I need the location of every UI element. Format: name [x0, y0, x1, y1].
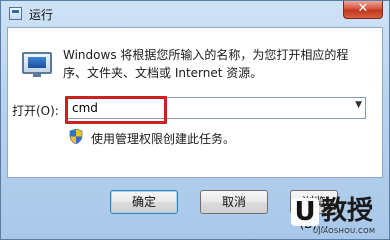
shield-icon [69, 129, 83, 144]
close-icon: ✕ [357, 1, 369, 16]
watermark-logo-icon: U [291, 198, 319, 226]
ok-button[interactable]: 确定 [110, 190, 178, 214]
admin-privilege-note: 使用管理权限创建此任务。 [91, 132, 236, 146]
dialog-description: Windows 将根据您所输入的名称，为您打开相应的程序、文件夹、文档或 Int… [63, 48, 349, 80]
dropdown-arrow-icon[interactable]: ▼ [355, 100, 362, 110]
watermark-logo-text: 教授 [321, 196, 374, 226]
run-app-icon [9, 7, 22, 20]
watermark-url: UJIAOSHOU.COM [313, 227, 376, 235]
open-label: 打开(O): [12, 104, 59, 118]
cancel-button[interactable]: 取消 [200, 190, 268, 214]
title-bar[interactable]: 运行 ✕ [1, 1, 389, 27]
dialog-content: Windows 将根据您所输入的名称，为您打开相应的程序、文件夹、文档或 Int… [7, 27, 383, 178]
run-program-icon [22, 52, 52, 77]
close-button[interactable]: ✕ [343, 1, 383, 19]
highlight-annotation-box [65, 96, 167, 124]
run-dialog-window: 运行 ✕ Windows 将根据您所输入的名称，为您打开相应的程序、文件夹、文档… [0, 0, 390, 240]
window-title: 运行 [29, 8, 54, 22]
site-watermark: U 教授 UJIAOSHOU.COM [291, 194, 390, 240]
